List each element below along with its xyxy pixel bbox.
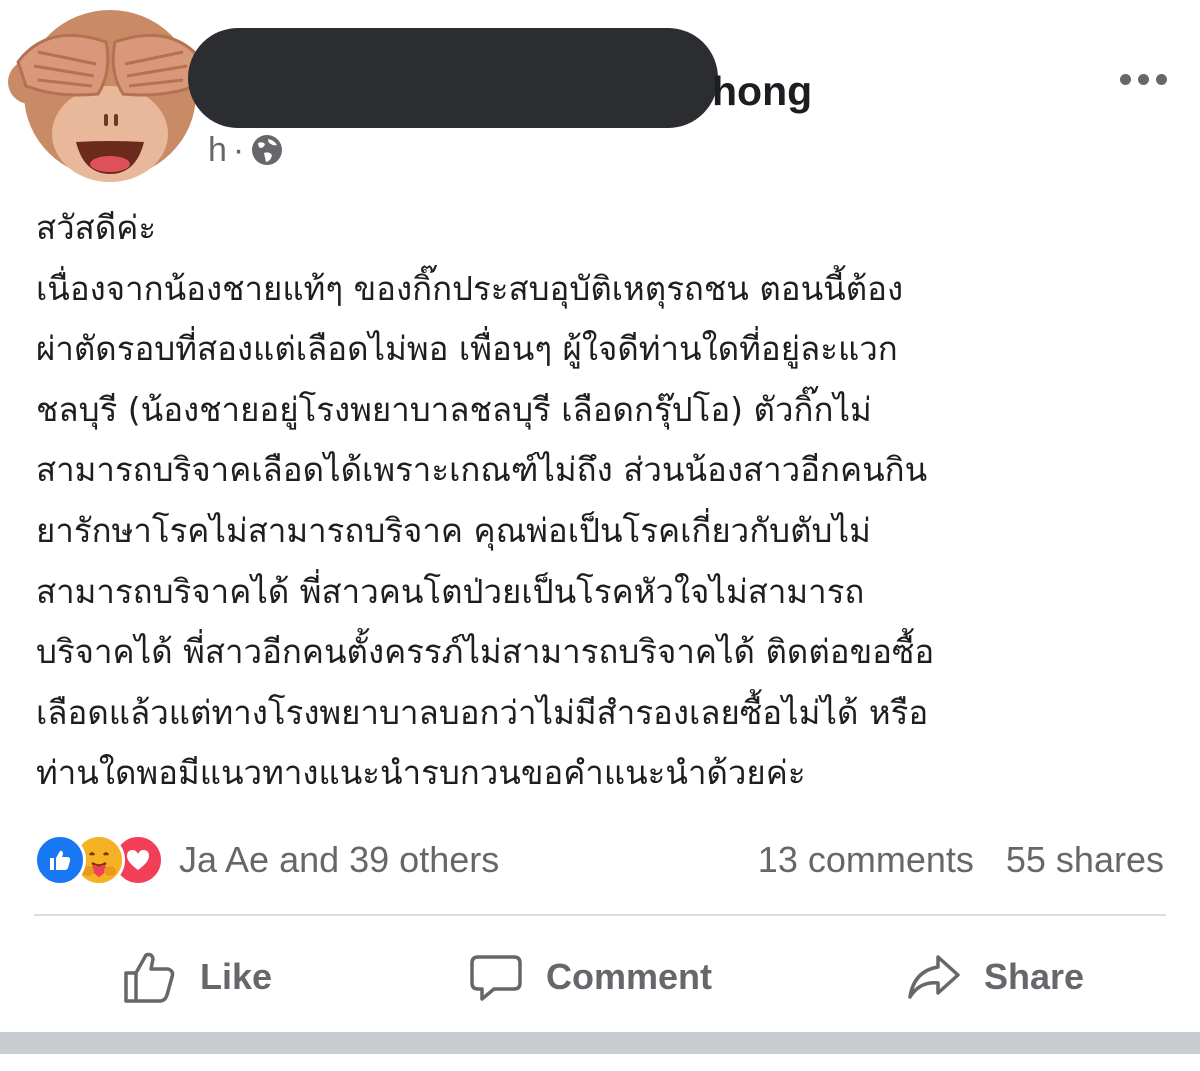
like-reaction-icon [34, 834, 86, 886]
meta-separator: · [232, 130, 245, 169]
ellipsis-dot [1137, 73, 1149, 85]
comment-bubble-icon [470, 955, 522, 1001]
post-line: ยารักษาโรคไม่สามารถบริจาค คุณพ่อเป็นโรคเ… [36, 510, 871, 550]
post-line: สวัสดีค่ะ [36, 208, 157, 247]
comments-count[interactable]: 13 comments [758, 839, 974, 881]
comment-button[interactable]: Comment [468, 940, 712, 1014]
engagement-counts: 13 comments 55 shares [758, 833, 1164, 887]
ellipsis-dot [1155, 73, 1167, 85]
avatar[interactable] [8, 2, 213, 197]
post-line: ท่านใดพอมีแนวทางแนะนำรบกวนขอคำแนะนำด้วยค… [36, 753, 806, 793]
post-meta: h · [208, 128, 284, 172]
see-no-evil-monkey-icon [8, 10, 213, 182]
post-line: เนื่องจากน้องชายแท้ๆ ของกิ๊กประสบอุบัติเ… [36, 268, 904, 308]
post-line: สามารถบริจาคเลือดได้เพราะเกณฑ์ไม่ถึง ส่ว… [36, 450, 928, 490]
thumbs-up-icon [124, 952, 175, 1003]
reactions-text[interactable]: Ja Ae and 39 others [179, 839, 499, 881]
like-label: Like [200, 956, 273, 997]
post-line: บริจาคได้ พี่สาวอีกคนตั้งครรภ์ไม่สามารถบ… [36, 632, 935, 672]
post-line: สามารถบริจาคได้ พี่สาวคนโตป่วยเป็นโรคหัว… [36, 571, 865, 611]
comment-label: Comment [546, 956, 713, 997]
author-name-suffix[interactable]: hong [712, 66, 812, 116]
share-label: Share [984, 956, 1085, 997]
share-arrow-icon [908, 955, 960, 999]
shares-count[interactable]: 55 shares [1006, 839, 1164, 881]
share-button[interactable]: Share [906, 940, 1084, 1014]
feed-separator [0, 1032, 1200, 1054]
more-options-button[interactable] [1118, 64, 1168, 94]
globe-icon[interactable] [250, 133, 284, 167]
redacted-author-name [188, 28, 718, 128]
post-line: ผ่าตัดรอบที่สองแต่เลือดไม่พอ เพื่อนๆ ผู้… [36, 329, 898, 369]
post-line: เลือดแล้วแต่ทางโรงพยาบาลบอกว่าไม่มีสำรอง… [36, 692, 929, 732]
reactions-summary[interactable]: Ja Ae and 39 others [34, 833, 499, 887]
post-line: ชลบุรี (น้องชายอยู่โรงพยาบาลชลบุรี เลือด… [36, 389, 872, 429]
ellipsis-icon [1119, 73, 1131, 85]
post-time[interactable]: h [208, 131, 227, 170]
post-body: สวัสดีค่ะ เนื่องจากน้องชายแท้ๆ ของกิ๊กปร… [36, 198, 1176, 804]
divider [34, 914, 1166, 916]
like-button[interactable]: Like [122, 940, 272, 1014]
